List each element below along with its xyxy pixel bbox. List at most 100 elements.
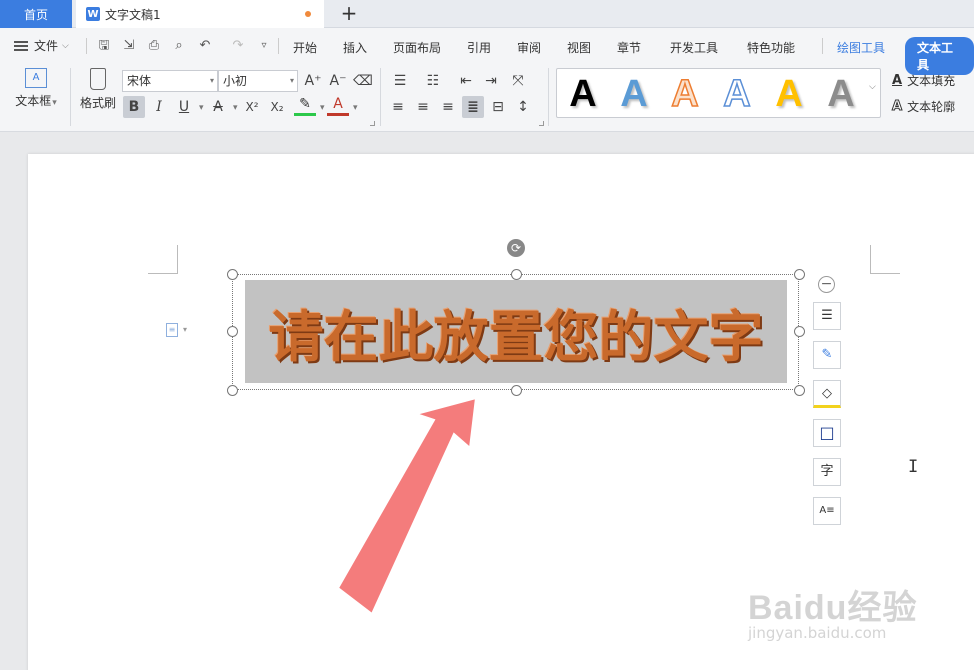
- watermark-url: jingyan.baidu.com: [748, 624, 887, 642]
- superscript-button[interactable]: X²: [241, 96, 263, 118]
- tab-sections[interactable]: 章节: [617, 39, 641, 56]
- gallery-more-icon[interactable]: ⌵: [869, 82, 876, 92]
- tab-view[interactable]: 视图: [567, 39, 591, 56]
- line-spacing-icon[interactable]: ↕: [512, 96, 534, 118]
- tab-document-title: 文字文稿1: [105, 7, 161, 22]
- export-icon[interactable]: ⇲: [121, 38, 137, 54]
- annotation-arrow-icon: [336, 396, 478, 616]
- chevron-down-icon[interactable]: ▾: [183, 325, 187, 334]
- font-name-select[interactable]: 宋体 ▾: [122, 70, 218, 92]
- align-left-icon[interactable]: ≡: [387, 96, 409, 118]
- wordart-style-outline[interactable]: A: [717, 73, 757, 115]
- font-size-select[interactable]: 小初 ▾: [218, 70, 298, 92]
- resize-handle-left[interactable]: [227, 326, 238, 337]
- collapse-toolbar-icon[interactable]: −: [818, 276, 835, 293]
- shape-style-brush-icon[interactable]: ✎: [813, 341, 841, 369]
- resize-handle-bottom-right[interactable]: [794, 385, 805, 396]
- tab-references[interactable]: 引用: [467, 39, 491, 56]
- shape-outline-icon[interactable]: □: [813, 419, 841, 447]
- resize-handle-top-right[interactable]: [794, 269, 805, 280]
- shape-fill-icon[interactable]: ◇: [813, 380, 841, 408]
- textbox-button[interactable]: A 文本框▾: [10, 68, 62, 109]
- chevron-down-icon[interactable]: ▾: [353, 103, 358, 113]
- rotate-handle-icon[interactable]: ⟳: [507, 239, 525, 257]
- paragraph-dialog-launcher-icon[interactable]: [539, 121, 544, 126]
- redo-icon[interactable]: ↷: [230, 38, 246, 54]
- more-quick-access-icon[interactable]: ▿: [256, 38, 272, 54]
- align-right-icon[interactable]: ≡: [437, 96, 459, 118]
- new-tab-button[interactable]: +: [338, 3, 360, 25]
- undo-icon[interactable]: ↶: [197, 38, 213, 54]
- group-divider: [380, 68, 381, 126]
- tab-strip: 首页 W 文字文稿1 +: [0, 0, 974, 28]
- print-icon[interactable]: ⎙: [146, 38, 162, 54]
- justify-icon[interactable]: ≣: [462, 96, 484, 118]
- resize-handle-bottom[interactable]: [511, 385, 522, 396]
- resize-handle-bottom-left[interactable]: [227, 385, 238, 396]
- distribute-icon[interactable]: ⊟: [487, 96, 509, 118]
- italic-button[interactable]: I: [148, 96, 170, 118]
- decrease-indent-icon[interactable]: ⇤: [455, 70, 477, 92]
- shrink-font-icon[interactable]: A⁻: [327, 70, 349, 92]
- divider: [822, 38, 823, 54]
- chevron-down-icon[interactable]: ▾: [233, 103, 238, 113]
- clear-format-icon[interactable]: ⌫: [352, 70, 374, 92]
- watermark: Baidu经验 jingyan.baidu.com: [748, 580, 917, 642]
- file-menu-button[interactable]: 文件 ⌵: [14, 37, 69, 54]
- group-divider: [70, 68, 71, 126]
- text-direction-icon[interactable]: ⤧: [507, 70, 529, 92]
- chevron-down-icon: ▾: [52, 98, 57, 108]
- grow-font-icon[interactable]: A⁺: [302, 70, 324, 92]
- tab-home[interactable]: 首页: [0, 0, 72, 28]
- chevron-down-icon: ⌵: [62, 40, 69, 51]
- font-size-value: 小初: [223, 74, 248, 88]
- tab-drawing-tools[interactable]: 绘图工具: [837, 39, 885, 56]
- font-name-value: 宋体: [127, 74, 152, 88]
- wordart-style-blue[interactable]: A: [614, 74, 654, 114]
- tab-document[interactable]: W 文字文稿1: [76, 0, 324, 28]
- resize-handle-top[interactable]: [511, 269, 522, 280]
- tab-special[interactable]: 特色功能: [747, 39, 795, 56]
- subscript-button[interactable]: X₂: [266, 96, 288, 118]
- increase-indent-icon[interactable]: ⇥: [480, 70, 502, 92]
- chevron-down-icon[interactable]: ▾: [320, 103, 325, 113]
- resize-handle-right[interactable]: [794, 326, 805, 337]
- text-outline-button[interactable]: A 文本轮廓: [891, 98, 955, 115]
- wordart-style-black[interactable]: A: [563, 74, 603, 114]
- format-painter-button[interactable]: 格式刷: [78, 68, 118, 111]
- numbered-list-icon[interactable]: ☷: [422, 70, 444, 92]
- wordart-style-orange[interactable]: A: [665, 73, 705, 115]
- tab-start[interactable]: 开始: [293, 39, 317, 56]
- print-preview-icon[interactable]: ⌕: [171, 38, 187, 54]
- tab-page-layout[interactable]: 页面布局: [393, 39, 441, 56]
- chevron-down-icon: ▾: [289, 76, 294, 85]
- wordart-style-gold[interactable]: A: [769, 74, 809, 114]
- bold-button[interactable]: B: [123, 96, 145, 118]
- font-dialog-launcher-icon[interactable]: [370, 121, 375, 126]
- font-color-icon[interactable]: A: [327, 96, 349, 116]
- strikethrough-button[interactable]: A: [207, 96, 229, 118]
- align-center-icon[interactable]: ≡: [412, 96, 434, 118]
- highlight-icon[interactable]: ✎: [294, 96, 316, 116]
- text-outline-icon: A: [891, 99, 903, 115]
- format-painter-icon: [90, 68, 106, 90]
- save-icon[interactable]: 🖫: [96, 38, 112, 54]
- hamburger-icon: [14, 40, 28, 51]
- wordart-style-gray[interactable]: A: [821, 74, 861, 114]
- text-fill-button[interactable]: A 文本填充: [892, 72, 955, 89]
- resize-handle-top-left[interactable]: [227, 269, 238, 280]
- tab-insert[interactable]: 插入: [343, 39, 367, 56]
- bullet-list-icon[interactable]: ☰: [389, 70, 411, 92]
- text-cursor-icon: I: [908, 457, 919, 477]
- textbox-text[interactable]: 请在此放置您的文字: [245, 280, 787, 383]
- tab-developer[interactable]: 开发工具: [670, 39, 718, 56]
- underline-button[interactable]: U: [173, 96, 195, 118]
- layout-options-icon[interactable]: ☰: [813, 302, 841, 330]
- text-wrap-icon[interactable]: A≡: [813, 497, 841, 525]
- text-direction-float-icon[interactable]: 字: [813, 458, 841, 486]
- wordart-style-gallery: A A A A A A: [556, 68, 881, 118]
- tab-review[interactable]: 审阅: [517, 39, 541, 56]
- chevron-down-icon[interactable]: ▾: [199, 103, 204, 113]
- paragraph-icon[interactable]: ≡: [166, 323, 178, 337]
- chevron-down-icon: ▾: [209, 76, 214, 85]
